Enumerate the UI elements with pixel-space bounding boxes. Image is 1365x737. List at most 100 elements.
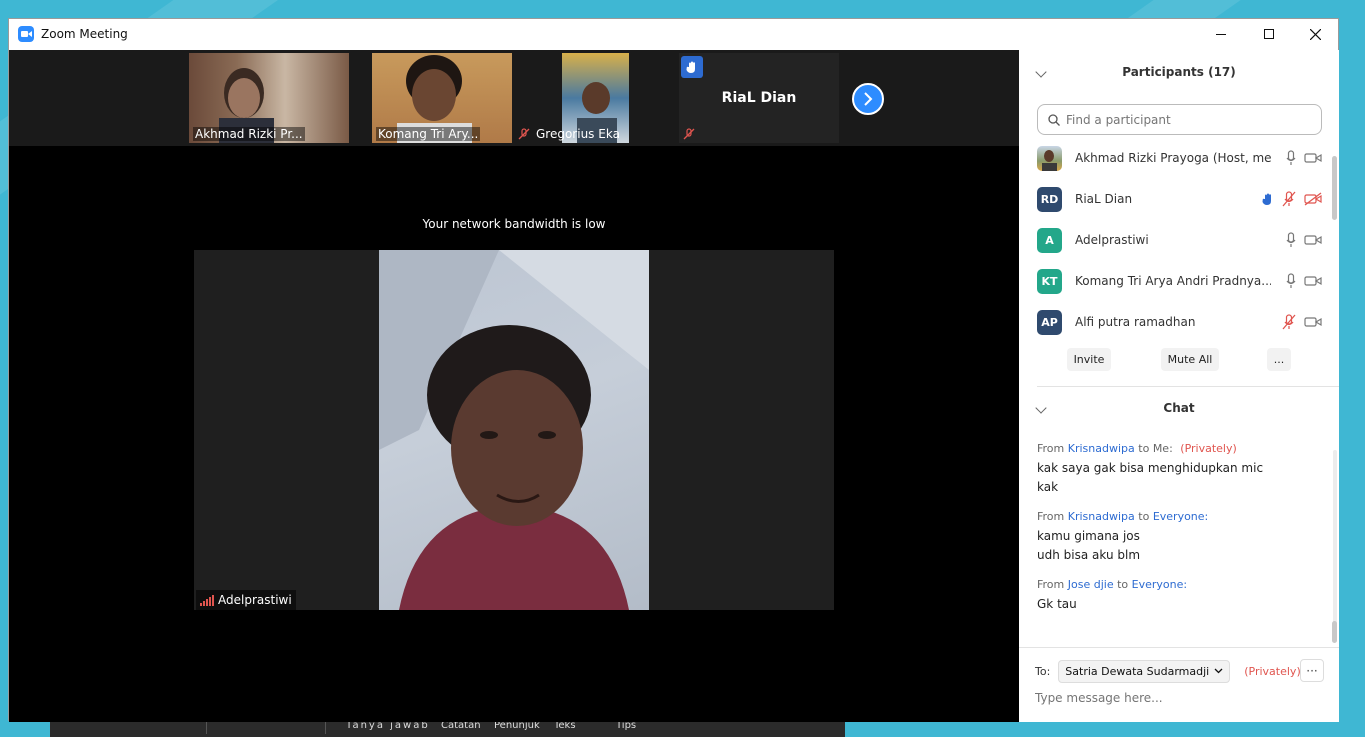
- chat-from-label: From: [1037, 442, 1065, 455]
- chat-message: From Jose djie to Everyone: Gk tau: [1037, 578, 1317, 614]
- chat-recipient: Me:: [1152, 442, 1173, 455]
- video-off-icon[interactable]: [1304, 192, 1322, 206]
- participant-search[interactable]: [1037, 104, 1322, 135]
- zoom-app-icon: [18, 26, 34, 42]
- video-tile-name: Gregorius Eka: [536, 127, 620, 141]
- video-tile-name-center: RiaL Dian: [721, 90, 797, 106]
- chat-sender[interactable]: Krisnadwipa: [1068, 510, 1135, 523]
- chat-private-flag: (Privately): [1180, 442, 1237, 455]
- participant-video-image: [379, 250, 649, 610]
- participant-avatar: AP: [1037, 309, 1062, 335]
- active-speaker-feed: [379, 250, 649, 610]
- chat-recipient: Everyone:: [1131, 578, 1188, 591]
- participant-name: Akhmad Rizki Prayoga (Host, me): [1075, 151, 1271, 165]
- collapse-participants-chevron-icon[interactable]: [1035, 66, 1047, 78]
- search-icon: [1048, 113, 1060, 126]
- participant-name: Alfi putra ramadhan: [1075, 315, 1196, 329]
- participant-row[interactable]: A Adelprastiwi: [1037, 225, 1322, 255]
- raised-hand-badge: [681, 56, 703, 78]
- signal-strength-icon: [200, 595, 214, 606]
- chat-message: From Krisnadwipa to Me: (Privately) kak …: [1037, 442, 1317, 497]
- chat-to-label: to: [1138, 510, 1150, 523]
- active-speaker-video[interactable]: Adelprastiwi: [194, 250, 834, 610]
- chat-from-label: From: [1037, 510, 1065, 523]
- chat-input-divider: [1019, 647, 1339, 648]
- chat-message-text: kamu gimana jos udh bisa aku blm: [1037, 527, 1317, 565]
- minimize-button[interactable]: [1198, 19, 1244, 49]
- video-camera-icon[interactable]: [1304, 234, 1322, 246]
- video-tile-akhmad[interactable]: Akhmad Rizki Pr...: [189, 53, 349, 143]
- participant-row[interactable]: Akhmad Rizki Prayoga (Host, me): [1037, 143, 1322, 173]
- title-bar: Zoom Meeting: [9, 19, 1338, 49]
- side-panel: Participants (17) Akhmad Rizki Prayoga (…: [1019, 50, 1339, 722]
- video-camera-icon[interactable]: [1304, 152, 1322, 164]
- participants-more-button[interactable]: ...: [1267, 348, 1291, 371]
- video-tile-gregorius[interactable]: Gregorius Eka: [514, 53, 674, 143]
- video-tile-name: Akhmad Rizki Pr...: [193, 127, 305, 141]
- recipient-select[interactable]: Satria Dewata Sudarmadji: [1058, 659, 1231, 683]
- chat-message-input[interactable]: [1035, 687, 1325, 709]
- video-camera-icon[interactable]: [1304, 316, 1322, 328]
- participant-name: Adelprastiwi: [1075, 233, 1149, 247]
- zoom-meeting-window: Zoom Meeting Akhmad Rizki Pr... Komang T…: [8, 18, 1339, 722]
- mute-all-button[interactable]: Mute All: [1161, 348, 1219, 371]
- mic-icon[interactable]: [1286, 232, 1296, 248]
- chat-recipient: Everyone:: [1152, 510, 1209, 523]
- maximize-icon: [1264, 29, 1274, 39]
- close-button[interactable]: [1292, 19, 1338, 49]
- active-speaker-label: Adelprastiwi: [196, 590, 296, 610]
- participant-row[interactable]: RD RiaL Dian: [1037, 184, 1322, 214]
- participant-status-icons: [1282, 314, 1322, 330]
- chat-scrollbar-thumb[interactable]: [1332, 621, 1337, 643]
- muted-mic-icon: [683, 128, 695, 140]
- participant-status-icons: [1286, 273, 1322, 289]
- chat-title: Chat: [1163, 401, 1195, 415]
- collapse-chat-chevron-icon[interactable]: [1035, 402, 1047, 414]
- participant-row[interactable]: KT Komang Tri Arya Andri Pradnya...: [1037, 266, 1322, 296]
- chat-to-label: to: [1138, 442, 1150, 455]
- participant-avatar: [1037, 145, 1062, 171]
- next-page-button[interactable]: [852, 83, 884, 115]
- participant-name: RiaL Dian: [1075, 192, 1133, 206]
- chat-scrollbar-track: [1333, 450, 1337, 640]
- video-tile-komang[interactable]: Komang Tri Ary...: [372, 53, 512, 143]
- video-thumbnail-strip: Akhmad Rizki Pr... Komang Tri Ary... Gre…: [9, 50, 1019, 146]
- meeting-area: Akhmad Rizki Pr... Komang Tri Ary... Gre…: [9, 50, 1019, 722]
- maximize-button[interactable]: [1246, 19, 1292, 49]
- window-title: Zoom Meeting: [41, 27, 128, 41]
- participants-header: Participants (17): [1019, 61, 1339, 83]
- muted-mic-icon[interactable]: [1282, 191, 1296, 207]
- raised-hand-icon: [686, 61, 695, 73]
- chat-line: Gk tau: [1037, 597, 1077, 611]
- participant-row[interactable]: AP Alfi putra ramadhan: [1037, 307, 1322, 337]
- chat-sender[interactable]: Krisnadwipa: [1068, 442, 1135, 455]
- participants-scrollbar[interactable]: [1332, 156, 1337, 220]
- chat-message-text: Gk tau: [1037, 595, 1317, 614]
- active-speaker-name: Adelprastiwi: [218, 593, 292, 607]
- video-tile-rial-dian[interactable]: RiaL Dian: [679, 53, 839, 143]
- chat-header: Chat: [1019, 397, 1339, 419]
- chat-line: kak: [1037, 480, 1059, 494]
- chat-message: From Krisnadwipa to Everyone: kamu giman…: [1037, 510, 1317, 565]
- invite-button[interactable]: Invite: [1067, 348, 1111, 371]
- raised-hand-icon: [1262, 193, 1271, 205]
- chat-sender[interactable]: Jose djie: [1068, 578, 1114, 591]
- participant-status-icons: [1262, 191, 1322, 207]
- participant-search-input[interactable]: [1066, 112, 1306, 127]
- chevron-down-icon: [1214, 668, 1223, 674]
- mic-icon[interactable]: [1286, 273, 1296, 289]
- chat-line: kamu gimana jos: [1037, 529, 1140, 543]
- chat-to-label: to: [1117, 578, 1129, 591]
- participant-avatar: A: [1037, 227, 1062, 253]
- privately-label: (Privately): [1244, 664, 1301, 678]
- chevron-right-icon: [864, 92, 873, 106]
- minimize-icon: [1216, 33, 1226, 35]
- participant-avatar: KT: [1037, 268, 1062, 294]
- muted-mic-icon[interactable]: [1282, 314, 1296, 330]
- video-camera-icon[interactable]: [1304, 275, 1322, 287]
- to-label: To:: [1035, 664, 1051, 678]
- chat-more-button[interactable]: ···: [1300, 659, 1324, 682]
- muted-mic-icon: [518, 128, 530, 140]
- chat-line: kak saya gak bisa menghidupkan mic: [1037, 461, 1264, 475]
- mic-icon[interactable]: [1286, 150, 1296, 166]
